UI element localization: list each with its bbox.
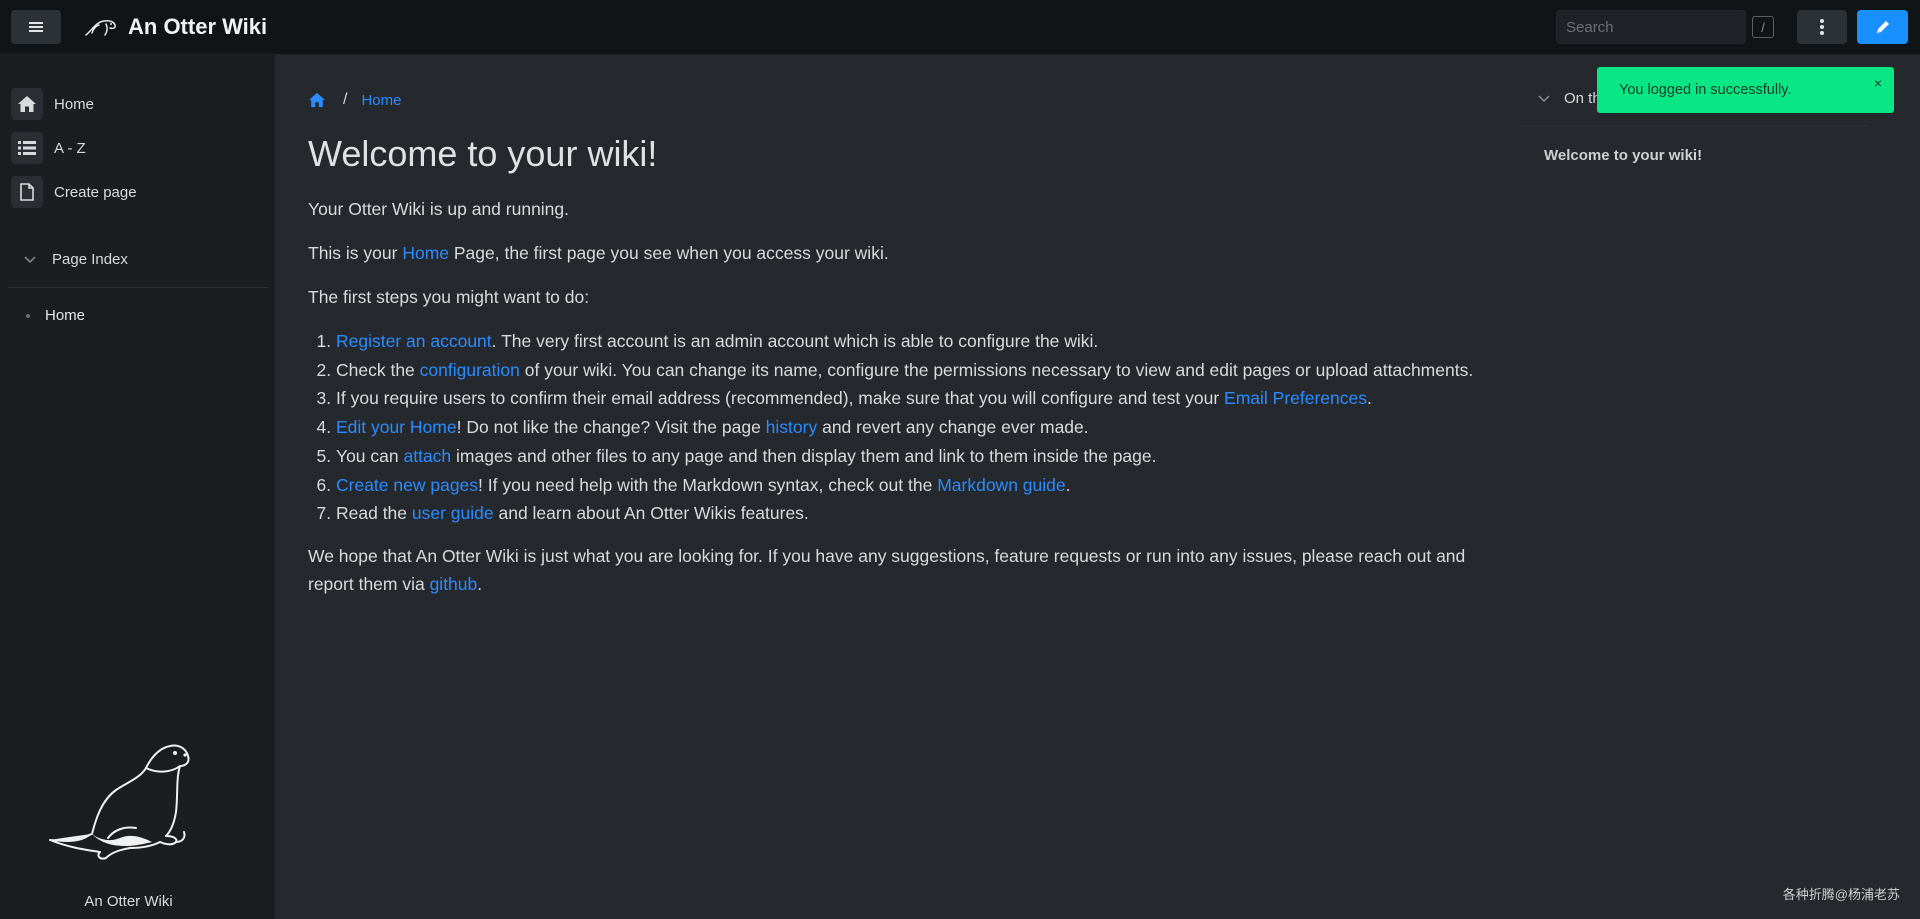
text: Read the [336, 503, 412, 524]
paragraph: Your Otter Wiki is up and running. [308, 199, 570, 219]
page-index-toggle[interactable]: Page Index [24, 251, 128, 268]
create-new-pages-link[interactable]: Create new pages [336, 475, 478, 495]
more-vertical-icon [1820, 19, 1824, 35]
more-options-button[interactable] [1797, 10, 1847, 44]
paragraph: This is your Home Page, the first page y… [308, 239, 1488, 267]
email-preferences-link[interactable]: Email Preferences [1224, 388, 1367, 408]
breadcrumb: / Home [308, 91, 401, 109]
sidebar-item-create-page[interactable]: Create page [11, 175, 137, 209]
paragraph: The first steps you might want to do: [308, 287, 590, 307]
bullet-icon [26, 313, 30, 318]
edit-home-link[interactable]: Edit your Home [336, 417, 457, 437]
toc-item[interactable]: Welcome to your wiki! [1544, 147, 1702, 164]
text: and revert any change ever made. [817, 417, 1089, 438]
list-item: Create new pages! If you need help with … [336, 471, 1488, 500]
list-item: Read the user guide and learn about An O… [336, 499, 1488, 528]
search-input[interactable] [1556, 10, 1746, 44]
sidebar-item-a-z[interactable]: A - Z [11, 131, 86, 165]
text: . [1367, 388, 1372, 409]
home-link[interactable]: Home [402, 243, 449, 263]
sidebar-footer: An Otter Wiki [84, 893, 173, 910]
text: . [1065, 474, 1071, 495]
otter-illustration [49, 744, 190, 860]
chevron-down-icon [24, 255, 36, 263]
chevron-down-icon [1538, 94, 1550, 102]
page-index-item-label: Home [45, 307, 86, 324]
app-title: An Otter Wiki [128, 14, 268, 39]
text: of your wiki. You can change its name, c… [519, 359, 1474, 380]
list-item: Check the configuration of your wiki. Yo… [336, 356, 1488, 385]
page-index-item-home[interactable]: Home [26, 307, 85, 324]
sidebar-item-label: Create page [54, 183, 137, 201]
history-link[interactable]: history [766, 417, 818, 437]
sidebar-toggle-button[interactable] [11, 10, 61, 44]
list-item: You can attach images and other files to… [336, 442, 1488, 471]
page-title: Welcome to your wiki! [308, 133, 658, 174]
text: ! If you need help with the Markdown syn… [478, 474, 938, 495]
otter-logo-icon [85, 20, 116, 36]
register-link[interactable]: Register an account [336, 331, 492, 351]
file-icon [11, 176, 43, 208]
sidebar: Home A - Z Create page Page Index Home A… [0, 55, 275, 919]
text: ! Do not like the change? Visit the page [456, 417, 766, 438]
divider [8, 287, 268, 288]
sidebar-item-home[interactable]: Home [11, 87, 94, 121]
text: Page, the first page you see when you ac… [449, 243, 889, 263]
edit-page-button[interactable] [1857, 10, 1908, 44]
page-body: Your Otter Wiki is up and running. This … [308, 195, 1488, 614]
page-index-label: Page Index [52, 251, 128, 268]
top-navbar: An Otter Wiki / [0, 0, 1920, 55]
text: Check the [336, 359, 420, 380]
user-guide-link[interactable]: user guide [412, 503, 494, 523]
breadcrumb-separator: / [343, 91, 348, 108]
text: images and other files to any page and t… [451, 445, 1157, 466]
home-icon[interactable] [308, 92, 326, 108]
text: This is your [308, 243, 403, 263]
close-icon[interactable]: × [1874, 75, 1882, 91]
sidebar-item-label: A - Z [54, 139, 86, 157]
sidebar-item-label: Home [54, 95, 95, 113]
text: If you require users to confirm their em… [336, 388, 1225, 409]
steps-list: Register an account. The very first acco… [308, 327, 1488, 528]
list-item: If you require users to confirm their em… [336, 384, 1488, 413]
text: and learn about An Otter Wikis features. [493, 503, 809, 524]
attach-link[interactable]: attach [403, 446, 451, 466]
text: . The very first account is an admin acc… [491, 331, 1099, 351]
breadcrumb-current[interactable]: Home [361, 92, 401, 109]
success-toast: You logged in successfully. × [1597, 67, 1894, 113]
markdown-guide-link[interactable]: Markdown guide [937, 475, 1065, 495]
pencil-icon [1876, 21, 1889, 33]
list-icon [11, 132, 43, 164]
configuration-link[interactable]: configuration [420, 360, 520, 380]
toast-message: You logged in successfully. [1619, 82, 1792, 98]
brand[interactable]: An Otter Wiki [84, 12, 267, 42]
divider [1521, 125, 1868, 126]
list-item: Register an account. The very first acco… [336, 327, 1488, 356]
watermark: 各种折腾@杨浦老苏 [1782, 887, 1900, 902]
text: You can [336, 445, 404, 466]
home-icon [11, 88, 43, 120]
search-shortcut-hint: / [1752, 16, 1774, 38]
list-item: Edit your Home! Do not like the change? … [336, 413, 1488, 442]
github-link[interactable]: github [430, 574, 478, 594]
menu-icon [29, 21, 43, 33]
paragraph: We hope that An Otter Wiki is just what … [308, 542, 1488, 598]
text: . [477, 573, 483, 594]
